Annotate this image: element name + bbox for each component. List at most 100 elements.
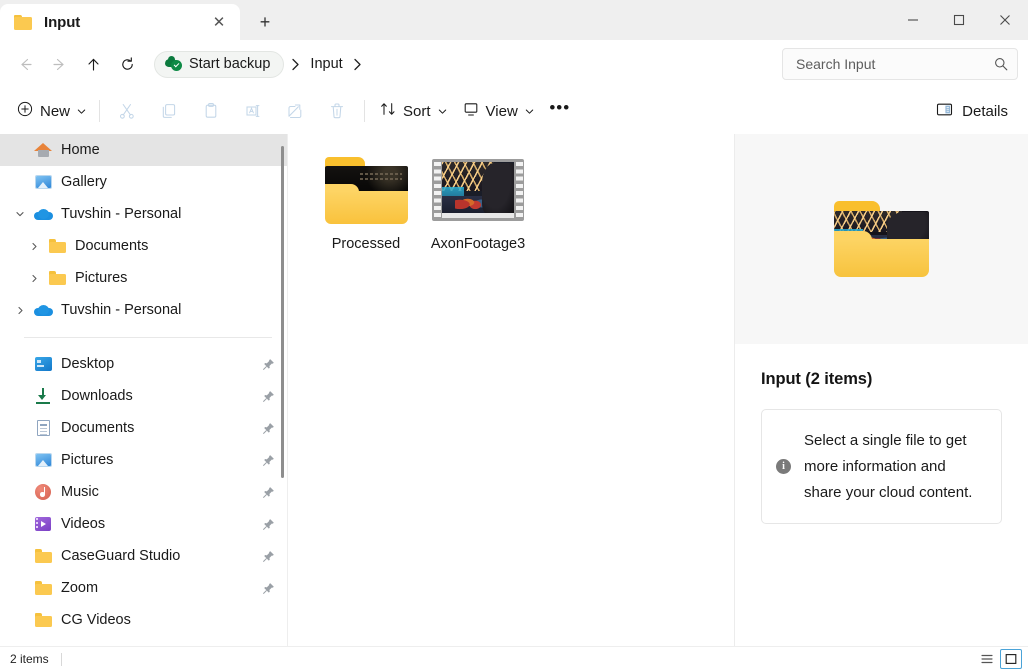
clipboard-icon[interactable]: [190, 95, 232, 127]
details-pane-button[interactable]: Details: [928, 95, 1016, 127]
minimize-icon[interactable]: [890, 0, 936, 40]
view-button[interactable]: View: [454, 95, 541, 127]
sort-arrows-icon: [380, 101, 396, 121]
large-icons-view-icon[interactable]: [1000, 649, 1022, 669]
pin-icon[interactable]: [260, 486, 276, 499]
search-box[interactable]: [782, 48, 1018, 80]
folder-icon: [32, 581, 54, 595]
sidebar-item-cg-videos[interactable]: CG Videos: [0, 604, 288, 636]
details-title: Input (2 items): [761, 370, 1002, 389]
file-list-area[interactable]: Processed: [288, 134, 734, 646]
start-backup-button[interactable]: Start backup: [154, 51, 284, 78]
cloud-icon: [32, 304, 54, 317]
list-view-icon[interactable]: [976, 649, 998, 669]
chevron-right-icon[interactable]: [8, 306, 32, 315]
chevron-right-icon[interactable]: [22, 242, 46, 251]
sidebar-item-downloads[interactable]: Downloads: [0, 380, 288, 412]
sidebar-item-documents[interactable]: Documents: [0, 412, 288, 444]
chevron-down-icon[interactable]: [77, 107, 86, 116]
maximize-icon[interactable]: [936, 0, 982, 40]
monitor-icon: [463, 101, 479, 121]
breadcrumb-chevron-icon[interactable]: [284, 58, 307, 71]
chevron-right-icon[interactable]: [22, 274, 46, 283]
explorer-body: Home Gallery Tuvshin - Personal Docum: [0, 134, 1028, 646]
scissors-icon[interactable]: [106, 95, 148, 127]
status-divider: [61, 653, 62, 666]
details-pane: Input (2 items) i Select a single file t…: [734, 134, 1028, 646]
file-name: Processed: [332, 232, 401, 256]
sidebar-item-pictures-onedrive[interactable]: Pictures: [0, 262, 288, 294]
sidebar-item-label: Music: [61, 484, 260, 500]
sidebar-item-documents-onedrive[interactable]: Documents: [0, 230, 288, 262]
sidebar-item-label: Documents: [75, 238, 276, 254]
copy-icon[interactable]: [148, 95, 190, 127]
view-label: View: [486, 103, 518, 120]
details-panel-icon: [936, 101, 953, 122]
share-icon[interactable]: [274, 95, 316, 127]
cloud-check-icon: [165, 57, 182, 71]
chevron-down-icon-sort[interactable]: [438, 107, 447, 116]
file-explorer-window: Input ✕ +: [0, 0, 1028, 671]
sidebar-item-pictures[interactable]: Pictures: [0, 444, 288, 476]
sidebar-item-desktop[interactable]: Desktop: [0, 348, 288, 380]
file-name: AxonFootage3: [431, 232, 525, 256]
sidebar-item-label: Pictures: [61, 452, 260, 468]
up-arrow-icon[interactable]: [76, 47, 110, 81]
file-item-processed[interactable]: Processed: [310, 148, 422, 264]
sidebar-item-label: Downloads: [61, 388, 260, 404]
sidebar-item-gallery[interactable]: Gallery: [0, 166, 288, 198]
sidebar-item-tuvshin-personal-2[interactable]: Tuvshin - Personal: [0, 294, 288, 326]
more-options-button[interactable]: •••: [541, 95, 579, 127]
pin-icon[interactable]: [260, 518, 276, 531]
refresh-icon[interactable]: [110, 47, 144, 81]
gallery-icon: [32, 175, 54, 189]
video-icon: [32, 517, 54, 531]
close-icon[interactable]: [982, 0, 1028, 40]
download-icon: [32, 388, 54, 404]
sidebar-item-label: Gallery: [61, 174, 276, 190]
cloud-icon: [32, 208, 54, 221]
forward-arrow-icon[interactable]: [42, 47, 76, 81]
file-item-axonfootage3[interactable]: AxonFootage3: [422, 148, 534, 264]
sidebar-item-label: CaseGuard Studio: [61, 548, 260, 564]
rename-icon[interactable]: [232, 95, 274, 127]
trash-icon[interactable]: [316, 95, 358, 127]
breadcrumb-item-input[interactable]: Input: [307, 56, 345, 72]
window-controls: [890, 0, 1028, 40]
gallery-icon: [32, 453, 54, 467]
breadcrumb[interactable]: Start backup Input: [150, 48, 782, 80]
sidebar-divider: [24, 337, 272, 338]
search-input[interactable]: [796, 56, 994, 72]
pin-icon[interactable]: [260, 582, 276, 595]
details-info: Input (2 items) i Select a single file t…: [735, 344, 1028, 524]
sidebar-item-tuvshin-personal[interactable]: Tuvshin - Personal: [0, 198, 288, 230]
sidebar-item-label: Videos: [61, 516, 260, 532]
back-arrow-icon[interactable]: [8, 47, 42, 81]
breadcrumb-chevron-icon-2[interactable]: [346, 58, 369, 71]
sidebar-item-music[interactable]: Music: [0, 476, 288, 508]
chevron-down-icon-view[interactable]: [525, 107, 534, 116]
sort-button[interactable]: Sort: [371, 95, 454, 127]
search-icon: [994, 57, 1008, 71]
pin-icon[interactable]: [260, 358, 276, 371]
sidebar-item-videos[interactable]: Videos: [0, 508, 288, 540]
sidebar-scrollbar[interactable]: [281, 146, 284, 478]
chevron-down-icon[interactable]: [8, 209, 32, 219]
tab-input[interactable]: Input ✕: [0, 4, 240, 40]
new-button[interactable]: New: [8, 95, 93, 127]
pin-icon[interactable]: [260, 390, 276, 403]
view-toggle-group: [976, 649, 1022, 669]
details-message: Select a single file to get more informa…: [804, 428, 985, 505]
sidebar-item-home[interactable]: Home: [0, 134, 288, 166]
pin-icon[interactable]: [260, 550, 276, 563]
sidebar-item-zoom[interactable]: Zoom: [0, 572, 288, 604]
pin-icon[interactable]: [260, 422, 276, 435]
close-tab-button[interactable]: ✕: [206, 9, 232, 35]
sidebar-item-caseguard-studio[interactable]: CaseGuard Studio: [0, 540, 288, 572]
sidebar-item-label: Tuvshin - Personal: [61, 302, 276, 318]
preview-area: [735, 134, 1028, 344]
sidebar-item-label: CG Videos: [61, 612, 276, 628]
new-tab-button[interactable]: +: [250, 7, 280, 37]
desktop-icon: [32, 357, 54, 371]
pin-icon[interactable]: [260, 454, 276, 467]
